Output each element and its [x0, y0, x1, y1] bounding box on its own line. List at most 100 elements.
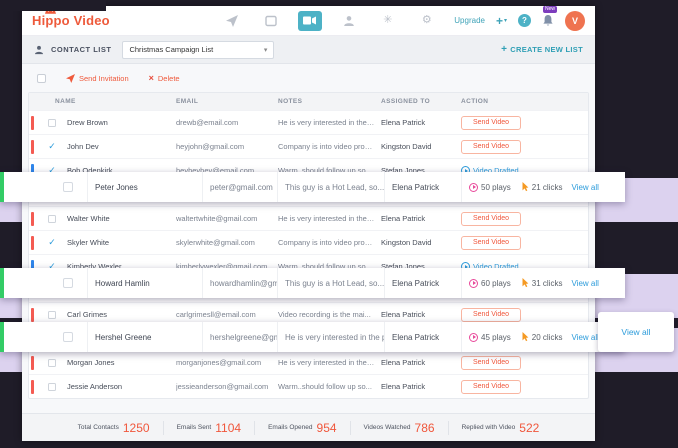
contact-notes: Video recording is the mai... — [278, 310, 381, 319]
plus-icon: + — [501, 44, 507, 55]
table-row: ✓ John Dev heyjohn@gmail.com Company is … — [29, 134, 588, 158]
contact-list-label: CONTACT LIST — [51, 45, 111, 54]
col-header-notes: NOTES — [278, 98, 381, 105]
stat-total-contacts: Total Contacts1250 — [65, 421, 163, 435]
view-all-tooltip-card[interactable]: View all — [598, 312, 674, 352]
app-window: Hippo Video ✳ ⚙ Upgrade +▾ ? New — [22, 6, 595, 441]
add-new-dropdown[interactable]: +▾ — [496, 14, 507, 28]
send-invitation-button[interactable]: Send Invitation — [66, 74, 129, 83]
assigned-to: Kingston David — [381, 238, 461, 247]
close-icon: × — [149, 73, 154, 83]
stat-replied-with-video: Replied with Video522 — [448, 421, 553, 435]
contact-notes: This guy is a Hot Lead, so... — [278, 268, 385, 298]
assigned-to: Kingston David — [381, 142, 461, 151]
create-new-list-button[interactable]: + CREATE NEW LIST — [501, 44, 583, 55]
stats-footer: Total Contacts1250 Emails Sent1104 Email… — [22, 413, 595, 441]
top-navigation-bar: Hippo Video ✳ ⚙ Upgrade +▾ ? New — [22, 6, 595, 36]
action-cell: Send Video — [461, 380, 588, 394]
row-checkbox[interactable] — [48, 119, 56, 127]
user-avatar[interactable]: V — [565, 11, 585, 31]
row-checkbox[interactable] — [48, 215, 56, 223]
contact-name: John Dev — [67, 142, 176, 151]
view-all-link[interactable]: View all — [571, 279, 598, 288]
click-icon — [520, 278, 530, 288]
settings-icon[interactable]: ⚙ — [415, 11, 439, 31]
send-video-button[interactable]: Send Video — [461, 236, 521, 250]
highlighted-contact-row: Hershel Greene hershelgreene@gmail.com H… — [0, 322, 625, 352]
delete-button[interactable]: × Delete — [149, 73, 180, 83]
send-video-button[interactable]: Send Video — [461, 116, 521, 130]
play-circle-icon — [469, 333, 478, 342]
click-icon — [520, 332, 530, 342]
view-all-link[interactable]: View all — [571, 333, 598, 342]
row-checkbox[interactable] — [48, 359, 56, 367]
bulk-actions-toolbar: Send Invitation × Delete — [22, 64, 595, 92]
contact-name: Howard Hamlin — [88, 268, 203, 298]
video-stats: 50 plays 21 clicks View all — [462, 172, 625, 202]
contact-email: peter@gmail.com — [203, 172, 278, 202]
chevron-down-icon: ▾ — [504, 17, 507, 24]
stat-videos-watched: Videos Watched786 — [350, 421, 448, 435]
col-header-assigned: ASSIGNED TO — [381, 98, 461, 105]
main-nav: ✳ ⚙ — [220, 11, 439, 31]
background-notch — [0, 0, 106, 11]
contact-notes: This guy is a Hot Lead, so... — [278, 172, 385, 202]
selected-list-name: Christmas Campaign List — [129, 45, 213, 54]
contact-email: hershelgreene@gmail.com — [203, 322, 278, 352]
send-icon — [66, 74, 75, 83]
stat-emails-sent: Emails Sent1104 — [163, 421, 255, 435]
action-cell: Send Video — [461, 356, 588, 370]
bell-icon — [542, 14, 554, 27]
row-checkbox[interactable] — [63, 278, 73, 288]
screen-icon[interactable] — [259, 11, 283, 31]
contact-name: Skyler White — [67, 238, 176, 247]
assigned-to: Elena Patrick — [385, 172, 462, 202]
status-bar — [31, 212, 34, 226]
list-select[interactable]: Christmas Campaign List ▾ — [122, 41, 274, 59]
assigned-to: Elena Patrick — [381, 310, 461, 319]
row-checkbox[interactable] — [63, 182, 73, 192]
contact-email: drewb@email.com — [176, 118, 278, 127]
status-bar — [31, 140, 34, 154]
contact-email: heyjohn@gmail.com — [176, 142, 278, 151]
send-video-button[interactable]: Send Video — [461, 380, 521, 394]
send-video-button[interactable]: Send Video — [461, 308, 521, 322]
view-all-link[interactable]: View all — [571, 183, 598, 192]
contact-name: Drew Brown — [67, 118, 176, 127]
click-icon — [520, 182, 530, 192]
contact-name: Jessie Anderson — [67, 382, 176, 391]
chevron-down-icon: ▾ — [264, 46, 268, 54]
contact-email: morganjones@gmail.com — [176, 358, 278, 367]
table-area: NAME EMAIL NOTES ASSIGNED TO ACTION Drew… — [22, 92, 595, 413]
integrations-icon[interactable]: ✳ — [376, 11, 400, 31]
send-video-button[interactable]: Send Video — [461, 140, 521, 154]
help-icon[interactable]: ? — [518, 14, 531, 27]
status-bar — [31, 236, 34, 250]
table-row: ✓ Skyler White skylerwhite@gmail.com Com… — [29, 230, 588, 254]
status-bar — [31, 356, 34, 370]
table-row: Drew Brown drewb@email.com He is very in… — [29, 110, 588, 134]
action-cell: Send Video — [461, 140, 588, 154]
row-checkbox[interactable] — [63, 332, 73, 342]
send-video-button[interactable]: Send Video — [461, 356, 521, 370]
contacts-icon[interactable] — [337, 11, 361, 31]
row-checkbox[interactable] — [48, 311, 56, 319]
highlighted-contact-row: Peter Jones peter@gmail.com This guy is … — [0, 172, 625, 202]
contact-notes: Company is into video produ... — [278, 238, 381, 247]
action-cell: Send Video — [461, 116, 588, 130]
contact-email: howardhamlin@gmail.com — [203, 268, 278, 298]
send-video-button[interactable]: Send Video — [461, 212, 521, 226]
video-camera-icon[interactable] — [298, 11, 322, 31]
plays-stat: 60 plays — [469, 279, 511, 288]
notifications-bell[interactable]: New — [542, 14, 554, 27]
row-checkbox[interactable]: ✓ — [48, 237, 56, 248]
action-cell: Send Video — [461, 236, 588, 250]
select-all-checkbox[interactable] — [37, 74, 46, 83]
upgrade-link[interactable]: Upgrade — [454, 16, 485, 25]
row-checkbox[interactable] — [48, 383, 56, 391]
status-bar — [31, 116, 34, 130]
paper-plane-icon[interactable] — [220, 11, 244, 31]
contact-email: skylerwhite@gmail.com — [176, 238, 278, 247]
row-checkbox[interactable]: ✓ — [48, 141, 56, 152]
hippo-video-logo[interactable]: Hippo Video — [32, 13, 110, 28]
